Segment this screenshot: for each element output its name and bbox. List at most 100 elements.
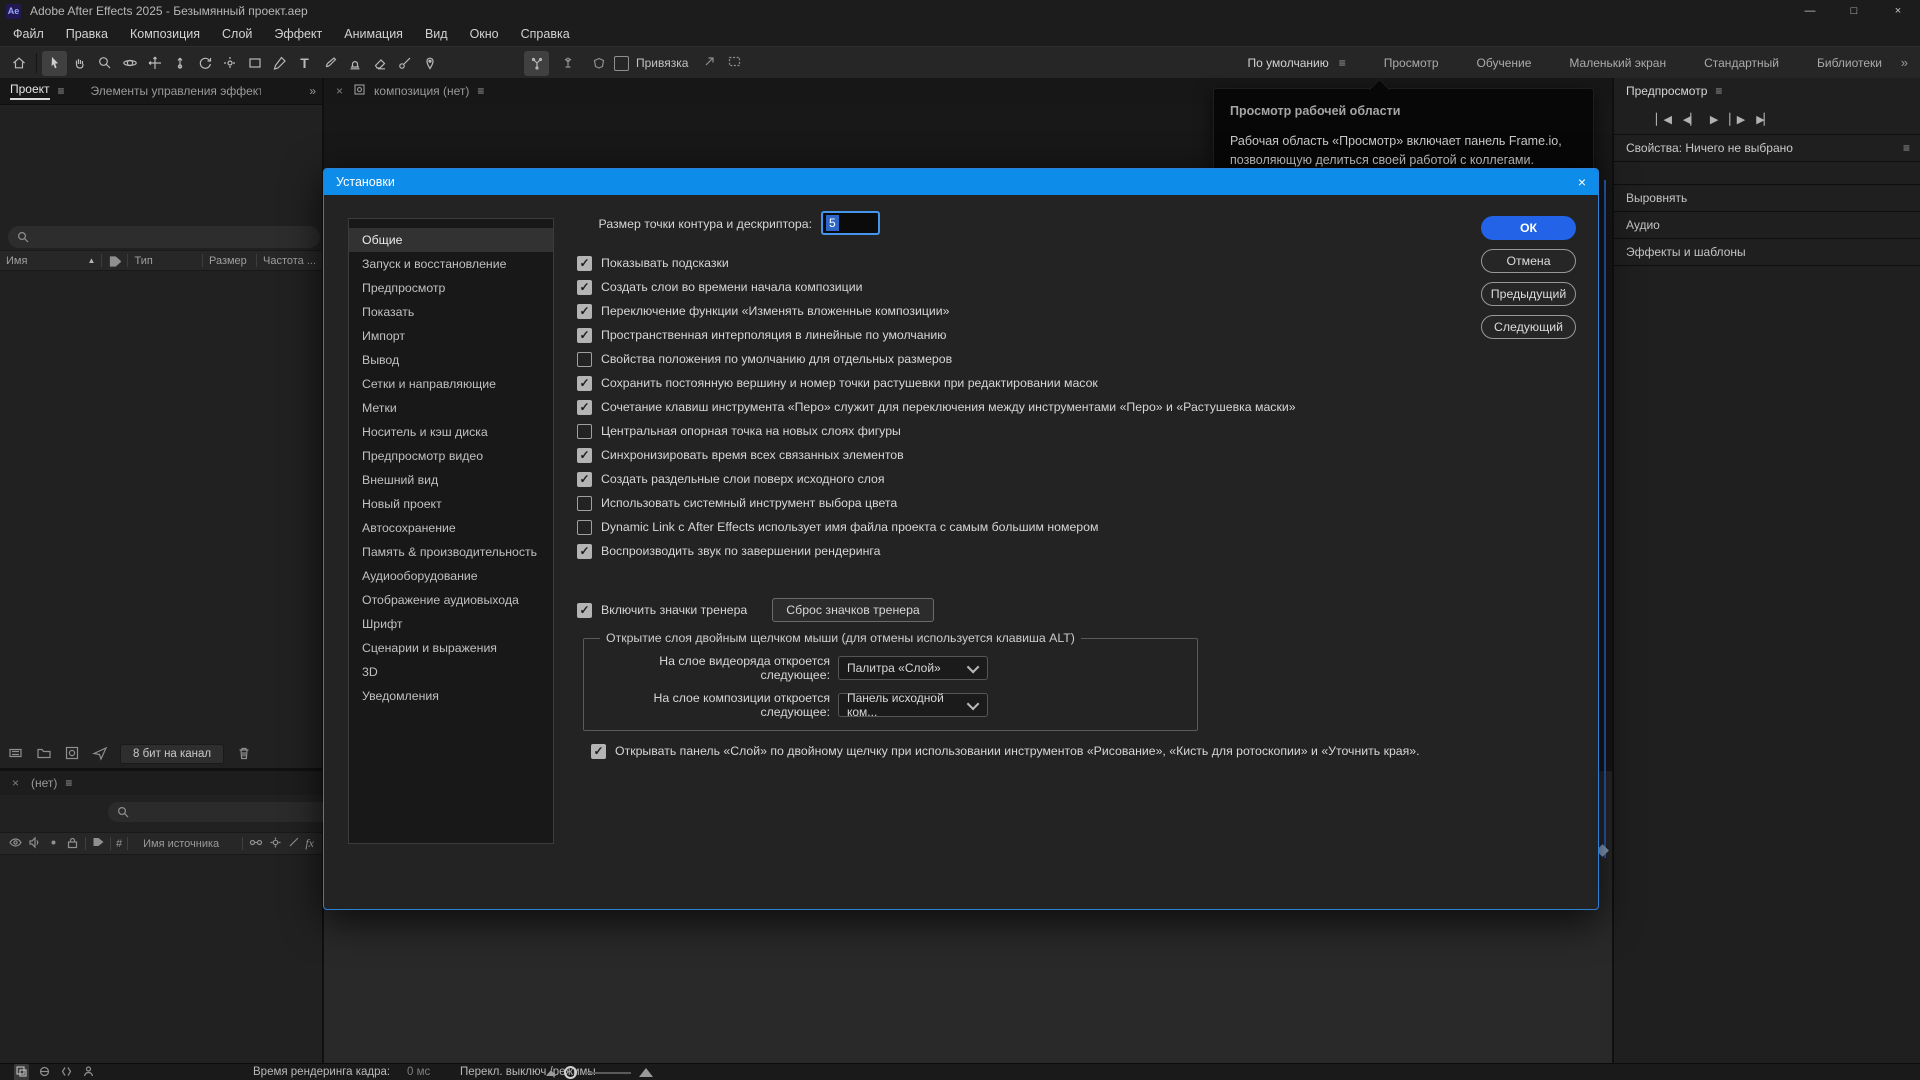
menu-item[interactable]: Вид bbox=[414, 27, 459, 41]
preference-checkbox-row[interactable]: ✓ Центральная опорная точка на новых сло… bbox=[577, 419, 1557, 443]
dialog-titlebar[interactable]: Установки × bbox=[324, 169, 1598, 195]
preview-panel-title[interactable]: Предпросмотр bbox=[1626, 84, 1707, 98]
workspace-overflow-icon[interactable]: » bbox=[1901, 55, 1908, 70]
checkbox[interactable]: ✓ bbox=[577, 304, 592, 319]
timeline-tab[interactable]: (нет) bbox=[31, 776, 57, 790]
preview-menu-icon[interactable]: ≡ bbox=[1715, 84, 1722, 98]
coach-marks-checkbox[interactable]: ✓ bbox=[577, 603, 592, 618]
panel-overflow-icon[interactable]: » bbox=[309, 84, 316, 98]
snap-checkbox[interactable] bbox=[614, 56, 629, 71]
collapsed-panel-tab[interactable]: Аудио bbox=[1614, 212, 1920, 239]
tab-effect-controls[interactable]: Элементы управления эффектами (нет bbox=[91, 84, 261, 98]
tab-project[interactable]: Проект bbox=[10, 82, 50, 100]
shy-icon[interactable] bbox=[287, 835, 301, 852]
expression-brackets-icon[interactable] bbox=[60, 1065, 73, 1080]
menu-item[interactable]: Композиция bbox=[119, 27, 211, 41]
preference-checkbox-row[interactable]: ✓ Сочетание клавиш инструмента «Перо» сл… bbox=[577, 395, 1557, 419]
menu-item[interactable]: Эффект bbox=[263, 27, 333, 41]
preference-checkbox-row[interactable]: ✓ Переключение функции «Изменять вложенн… bbox=[577, 299, 1557, 323]
preferences-category[interactable]: Вывод bbox=[349, 348, 553, 372]
workspace-tab[interactable]: По умолчанию≡ bbox=[1248, 56, 1346, 70]
selection-tool-icon[interactable] bbox=[42, 51, 67, 76]
bit-depth-button[interactable]: 8 бит на канал bbox=[120, 744, 224, 764]
close-button[interactable]: × bbox=[1876, 0, 1920, 22]
column-label-color[interactable] bbox=[101, 254, 127, 267]
transport-button[interactable]: ▏▶ bbox=[1729, 113, 1744, 126]
transport-button[interactable]: ▏◀ bbox=[1656, 113, 1671, 126]
timeline-menu-icon[interactable]: ≡ bbox=[65, 776, 72, 790]
preferences-category[interactable]: Предпросмотр видео bbox=[349, 444, 553, 468]
source-name-column[interactable]: Имя источника bbox=[143, 838, 219, 850]
zoom-out-mountain-icon[interactable] bbox=[546, 1070, 556, 1076]
hand-tool-icon[interactable] bbox=[67, 51, 92, 76]
zoom-slider-track[interactable] bbox=[585, 1072, 631, 1074]
label-color-icon[interactable] bbox=[91, 835, 105, 852]
menu-item[interactable]: Справка bbox=[510, 27, 581, 41]
transport-button[interactable]: ▶▏ bbox=[1756, 113, 1771, 126]
home-tool-icon[interactable] bbox=[6, 51, 31, 76]
workspace-tab[interactable]: Библиотеки≡ bbox=[1817, 56, 1882, 70]
preference-checkbox-row[interactable]: ✓ Создать раздельные слои поверх исходно… bbox=[577, 467, 1557, 491]
checkbox[interactable]: ✓ bbox=[577, 544, 592, 559]
pen-tool-icon[interactable] bbox=[267, 51, 292, 76]
panel-menu-icon[interactable]: ≡ bbox=[58, 84, 65, 98]
checkbox[interactable]: ✓ bbox=[577, 256, 592, 271]
sun-icon[interactable] bbox=[268, 835, 283, 853]
new-composition-icon[interactable] bbox=[64, 745, 80, 764]
checkbox[interactable]: ✓ bbox=[577, 376, 592, 391]
checkbox[interactable]: ✓ bbox=[577, 328, 592, 343]
new-folder-icon[interactable] bbox=[36, 745, 52, 764]
checkbox[interactable]: ✓ bbox=[577, 424, 592, 439]
collapsed-panel-tab[interactable]: Эффекты и шаблоны bbox=[1614, 239, 1920, 266]
trash-icon[interactable] bbox=[236, 745, 252, 764]
checkbox[interactable]: ✓ bbox=[577, 400, 592, 415]
project-flowchart-icon[interactable] bbox=[92, 745, 108, 764]
sort-asc-icon[interactable]: ▲ bbox=[88, 256, 96, 265]
solo-icon[interactable] bbox=[46, 835, 61, 853]
pan-behind-tool-icon[interactable] bbox=[217, 51, 242, 76]
puppet-pin-tool-icon[interactable] bbox=[417, 51, 442, 76]
lock-icon[interactable] bbox=[65, 835, 80, 853]
properties-title[interactable]: Свойства: Ничего не выбрано bbox=[1626, 141, 1793, 155]
preferences-category[interactable]: Общие bbox=[349, 228, 553, 252]
audio-icon[interactable] bbox=[27, 835, 42, 853]
zoom-in-mountain-icon[interactable] bbox=[639, 1068, 653, 1077]
preferences-category[interactable]: Предпросмотр bbox=[349, 276, 553, 300]
preference-checkbox-row[interactable]: ✓ Создать слои во времени начала компози… bbox=[577, 275, 1557, 299]
open-layer-panel-checkbox[interactable]: ✓ bbox=[591, 744, 606, 759]
zoom-slider-knob[interactable] bbox=[564, 1066, 577, 1079]
project-search-input[interactable] bbox=[8, 226, 320, 248]
dialog-close-icon[interactable]: × bbox=[1578, 174, 1586, 190]
layer-number-column[interactable]: # bbox=[116, 838, 122, 850]
reset-coach-marks-button[interactable]: Сброс значков тренера bbox=[772, 598, 934, 622]
preferences-category[interactable]: Отображение аудиовыхода bbox=[349, 588, 553, 612]
rotate-tool-icon[interactable] bbox=[192, 51, 217, 76]
workspace-tab[interactable]: Маленький экран≡ bbox=[1569, 56, 1666, 70]
workspace-tab[interactable]: Обучение≡ bbox=[1477, 56, 1532, 70]
workspace-tab[interactable]: Стандартный≡ bbox=[1704, 56, 1779, 70]
panel-divider-accent[interactable] bbox=[1604, 180, 1606, 858]
preferences-category[interactable]: Новый проект bbox=[349, 492, 553, 516]
menu-item[interactable]: Анимация bbox=[333, 27, 414, 41]
transport-button[interactable]: ◀▏ bbox=[1683, 113, 1698, 126]
collapsed-panel-tab[interactable]: Выровнять bbox=[1614, 185, 1920, 212]
clone-stamp-tool-icon[interactable] bbox=[342, 51, 367, 76]
preferences-category[interactable]: Автосохранение bbox=[349, 516, 553, 540]
column-type[interactable]: Тип bbox=[127, 254, 202, 267]
world-axis-mode-icon[interactable] bbox=[555, 51, 580, 76]
local-axis-mode-icon[interactable] bbox=[524, 51, 549, 76]
type-tool-icon[interactable]: T bbox=[292, 51, 317, 76]
preferences-category[interactable]: 3D bbox=[349, 660, 553, 684]
preferences-category[interactable]: Импорт bbox=[349, 324, 553, 348]
pan-camera-tool-icon[interactable] bbox=[142, 51, 167, 76]
fx-icon[interactable]: fx bbox=[305, 836, 314, 851]
eraser-tool-icon[interactable] bbox=[367, 51, 392, 76]
menu-item[interactable]: Файл bbox=[2, 27, 55, 41]
rectangle-tool-icon[interactable] bbox=[242, 51, 267, 76]
preferences-category[interactable]: Сетки и направляющие bbox=[349, 372, 553, 396]
point-size-input[interactable]: 5 bbox=[821, 211, 880, 235]
checkbox[interactable]: ✓ bbox=[577, 472, 592, 487]
dolly-camera-tool-icon[interactable] bbox=[167, 51, 192, 76]
menu-item[interactable]: Правка bbox=[55, 27, 119, 41]
video-visibility-icon[interactable] bbox=[8, 835, 23, 853]
